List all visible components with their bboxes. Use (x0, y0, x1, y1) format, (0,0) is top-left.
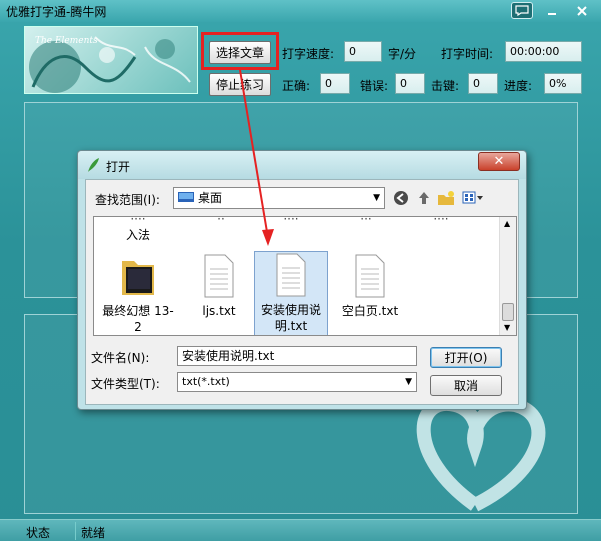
text-file-icon (355, 254, 385, 298)
open-button[interactable]: 打开(O) (430, 347, 502, 368)
status-label: 状态 (26, 526, 51, 540)
list-item[interactable]: ljs.txt (182, 253, 256, 319)
speed-label: 打字速度: (282, 47, 335, 61)
up-folder-icon[interactable] (415, 189, 433, 207)
scroll-up-icon[interactable]: ▲ (504, 219, 510, 228)
chevron-down-icon: ▼ (373, 193, 380, 203)
desktop-icon (178, 192, 194, 202)
chat-icon[interactable] (511, 2, 533, 19)
file-name-label: 文件名(N): (91, 351, 150, 365)
dialog-body: 查找范围(I): 桌面 ▼ ···· 入法 ·· ···· ··· ···· 最… (85, 179, 519, 405)
list-item[interactable]: 最终幻想 13-2 (101, 253, 175, 335)
list-item-clipped: ·· (217, 216, 225, 226)
text-file-icon (276, 253, 306, 297)
open-file-dialog: 打开 ✕ 查找范围(I): 桌面 ▼ ···· 入法 ·· ···· ··· ·… (77, 150, 527, 410)
close-button[interactable] (571, 2, 593, 19)
time-label: 打字时间: (441, 47, 494, 61)
look-in-label: 查找范围(I): (95, 193, 160, 207)
file-list[interactable]: ···· 入法 ·· ···· ··· ···· 最终幻想 13-2 ljs.t… (93, 216, 517, 336)
dialog-title-bar: 打开 ✕ (78, 151, 526, 179)
text-file-icon (204, 254, 234, 298)
keystroke-value: 0 (468, 73, 498, 94)
back-icon[interactable] (392, 189, 410, 207)
file-type-select[interactable]: txt(*.txt) ▼ (177, 372, 417, 392)
correct-value: 0 (320, 73, 350, 94)
list-item-clipped: ··· (360, 216, 372, 226)
list-item[interactable]: ···· 入法 (101, 217, 175, 243)
dialog-title: 打开 (106, 160, 131, 174)
progress-value: 0% (544, 73, 582, 94)
look-in-value: 桌面 (198, 191, 223, 205)
minimize-button[interactable] (541, 2, 563, 19)
speed-value: 0 (344, 41, 382, 62)
stop-practice-button[interactable]: 停止练习 (209, 73, 271, 96)
list-item-clipped: ···· (283, 216, 299, 226)
feather-icon (88, 158, 99, 172)
select-article-button[interactable]: 选择文章 (209, 41, 271, 64)
cancel-button[interactable]: 取消 (430, 375, 502, 396)
status-text: 就绪 (81, 526, 106, 540)
time-value: 00:00:00 (505, 41, 582, 62)
file-type-value: txt(*.txt) (182, 375, 230, 388)
keystroke-label: 击键: (431, 79, 460, 93)
banner-logo-text: The Elements (35, 36, 98, 46)
list-item[interactable]: 空白页.txt (333, 253, 407, 319)
new-folder-icon[interactable] (437, 189, 455, 207)
folder-icon (122, 261, 154, 295)
scroll-thumb[interactable] (502, 303, 514, 321)
speed-unit: 字/分 (388, 47, 417, 61)
chevron-down-icon: ▼ (405, 377, 412, 387)
scroll-down-icon[interactable]: ▼ (504, 323, 510, 332)
correct-label: 正确: (282, 79, 311, 93)
list-item-selected[interactable]: 安装使用说明.txt (254, 251, 328, 335)
view-menu-icon[interactable] (460, 189, 486, 207)
file-type-label: 文件类型(T): (91, 377, 160, 391)
list-item-clipped: ···· (433, 216, 449, 226)
status-bar: 状态 就绪 (0, 519, 601, 541)
window-title: 优雅打字通-腾牛网 (6, 5, 107, 19)
file-name-field[interactable]: 安装使用说明.txt (177, 346, 417, 366)
error-label: 错误: (360, 79, 389, 93)
dialog-close-button[interactable]: ✕ (478, 152, 520, 171)
banner-image: The Elements (24, 26, 198, 94)
error-value: 0 (395, 73, 425, 94)
progress-label: 进度: (504, 79, 533, 93)
title-bar: 优雅打字通-腾牛网 (0, 0, 601, 22)
vertical-scrollbar[interactable]: ▲ ▼ (499, 217, 516, 335)
look-in-select[interactable]: 桌面 ▼ (173, 187, 385, 209)
